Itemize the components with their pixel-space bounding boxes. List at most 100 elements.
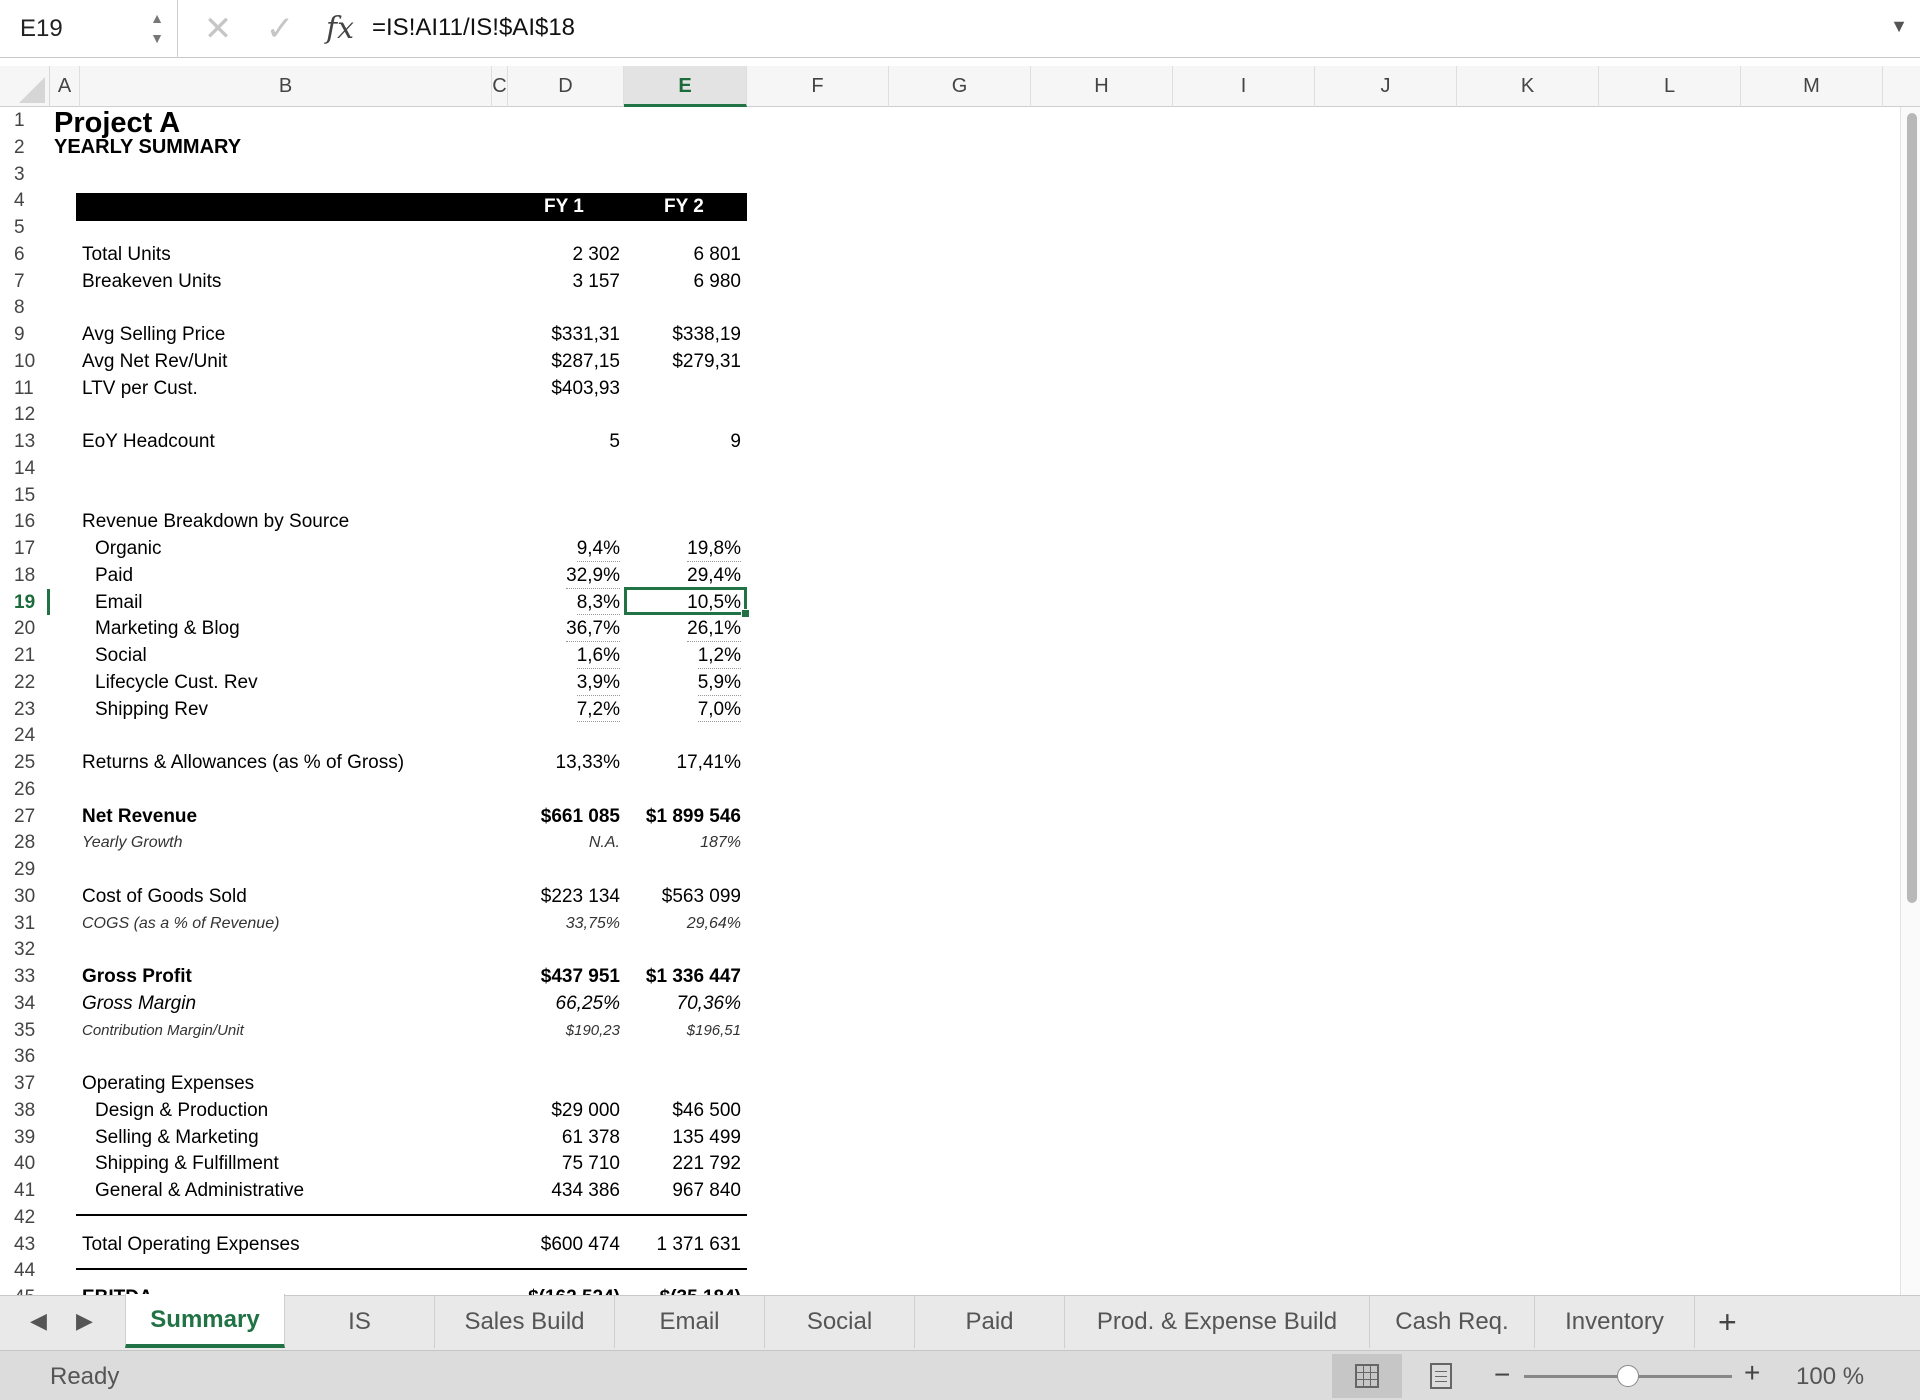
row-header[interactable]: 15 (0, 482, 50, 509)
zoom-in-button[interactable]: + (1744, 1357, 1760, 1389)
row-header[interactable]: 7 (0, 268, 50, 295)
row-header[interactable]: 37 (0, 1070, 50, 1097)
row-label[interactable]: Cost of Goods Sold (82, 883, 247, 910)
row-header[interactable]: 17 (0, 535, 50, 562)
fy1-value[interactable]: N.A. (589, 829, 620, 856)
zoom-slider-thumb[interactable] (1617, 1365, 1639, 1387)
row-header[interactable]: 28 (0, 829, 50, 856)
fy1-value[interactable]: 8,3% (576, 589, 620, 616)
row-label[interactable]: Gross Margin (82, 990, 196, 1017)
fy1-value[interactable]: 13,33% (556, 749, 620, 776)
cancel-icon[interactable]: ✕ (200, 9, 236, 49)
column-header-b[interactable]: B (80, 66, 492, 107)
row-header[interactable]: 36 (0, 1043, 50, 1070)
vertical-scrollbar[interactable] (1900, 107, 1920, 1295)
row-header[interactable]: 12 (0, 401, 50, 428)
zoom-level[interactable]: 100 % (1796, 1363, 1864, 1391)
row-label[interactable]: Shipping Rev (95, 696, 208, 723)
column-header-i[interactable]: I (1173, 66, 1315, 107)
row-header[interactable]: 9 (0, 321, 50, 348)
row-header[interactable]: 29 (0, 856, 50, 883)
row-label[interactable]: Returns & Allowances (as % of Gross) (82, 749, 404, 776)
fy1-value[interactable]: 61 378 (562, 1124, 620, 1151)
row-header[interactable]: 1 (0, 107, 50, 134)
row-header[interactable]: 21 (0, 642, 50, 669)
fy1-value[interactable]: 9,4% (576, 535, 620, 562)
fy2-value[interactable]: $196,51 (687, 1017, 741, 1044)
fy2-value[interactable]: 5,9% (697, 669, 741, 696)
fy1-value[interactable]: 5 (609, 428, 620, 455)
row-label[interactable]: Yearly Growth (82, 829, 182, 856)
sheet-title[interactable]: Project A (54, 107, 180, 139)
row-label[interactable]: Paid (95, 562, 133, 589)
vertical-scrollbar-thumb[interactable] (1907, 113, 1917, 903)
row-header[interactable]: 35 (0, 1017, 50, 1044)
normal-view-button[interactable] (1332, 1354, 1402, 1398)
fy2-value[interactable]: 29,64% (687, 910, 741, 937)
row-label[interactable]: Revenue Breakdown by Source (82, 508, 349, 535)
worksheet-grid[interactable]: 45EBITDA$(162 524)$(35 184)4443Total Ope… (0, 107, 1900, 1295)
fy1-value[interactable]: $600 474 (541, 1231, 620, 1258)
row-label[interactable]: Lifecycle Cust. Rev (95, 669, 258, 696)
row-header[interactable]: 14 (0, 455, 50, 482)
row-label[interactable]: Total Operating Expenses (82, 1231, 300, 1258)
fy1-value[interactable]: 434 386 (551, 1177, 620, 1204)
name-box[interactable]: E19 ▲ ▼ (0, 0, 178, 58)
row-label[interactable]: Shipping & Fulfillment (95, 1150, 279, 1177)
column-header-k[interactable]: K (1457, 66, 1599, 107)
fy1-value[interactable]: $(162 524) (528, 1284, 620, 1295)
row-label[interactable]: Gross Profit (82, 963, 192, 990)
stepper-icon[interactable]: ▲ ▼ (149, 8, 165, 48)
row-header[interactable]: 39 (0, 1124, 50, 1151)
fy2-value[interactable]: 6 801 (693, 241, 741, 268)
tab-summary[interactable]: Summary (125, 1294, 285, 1348)
fy2-value[interactable]: 1,2% (697, 642, 741, 669)
column-header-a[interactable]: A (50, 66, 80, 107)
row-header[interactable]: 10 (0, 348, 50, 375)
fy1-value[interactable]: 66,25% (556, 990, 620, 1017)
column-header-j[interactable]: J (1315, 66, 1457, 107)
row-header[interactable]: 42 (0, 1204, 50, 1231)
tab-is[interactable]: IS (285, 1296, 435, 1348)
formula-input[interactable]: =IS!AI11/IS!$AI$18 (372, 14, 575, 42)
tab-sales-build[interactable]: Sales Build (435, 1296, 615, 1348)
row-label[interactable]: Social (95, 642, 147, 669)
row-label[interactable]: Design & Production (95, 1097, 268, 1124)
tab-prod-expense-build[interactable]: Prod. & Expense Build (1065, 1296, 1370, 1348)
fy1-value[interactable]: $287,15 (551, 348, 620, 375)
fy1-value[interactable]: $190,23 (566, 1017, 620, 1044)
add-sheet-button[interactable]: + (1718, 1296, 1737, 1348)
row-header[interactable]: 34 (0, 990, 50, 1017)
row-header[interactable]: 19 (0, 588, 50, 616)
fy1-value[interactable]: 75 710 (562, 1150, 620, 1177)
selected-cell-outline[interactable] (624, 587, 747, 615)
fy2-value[interactable]: $(35 184) (660, 1284, 741, 1295)
row-label[interactable]: Avg Selling Price (82, 321, 225, 348)
name-box-value[interactable]: E19 (20, 15, 63, 43)
fy1-value[interactable]: $223 134 (541, 883, 620, 910)
row-header[interactable]: 40 (0, 1150, 50, 1177)
select-all-button[interactable] (0, 66, 50, 107)
row-header[interactable]: 2 (0, 134, 50, 161)
insert-function-icon[interactable]: fx (322, 9, 358, 49)
tab-cash-req[interactable]: Cash Req. (1370, 1296, 1535, 1348)
row-header[interactable]: 41 (0, 1177, 50, 1204)
fy2-value[interactable]: 6 980 (693, 268, 741, 295)
fy2-value[interactable]: 9 (730, 428, 741, 455)
fy2-value[interactable]: 1 371 631 (656, 1231, 741, 1258)
row-label[interactable]: Total Units (82, 241, 171, 268)
fy2-value[interactable]: $46 500 (672, 1097, 741, 1124)
row-label[interactable]: Email (95, 589, 143, 616)
prev-sheet-icon[interactable]: ◀ (30, 1308, 47, 1334)
fy2-value[interactable]: $563 099 (662, 883, 741, 910)
column-header-e[interactable]: E (624, 66, 747, 107)
row-header[interactable]: 44 (0, 1257, 50, 1284)
fy1-value[interactable]: $661 085 (541, 803, 620, 830)
column-header-h[interactable]: H (1031, 66, 1173, 107)
fy2-value[interactable]: $338,19 (672, 321, 741, 348)
column-header-d[interactable]: D (508, 66, 624, 107)
row-header[interactable]: 38 (0, 1097, 50, 1124)
fy2-value[interactable]: 19,8% (687, 535, 741, 562)
fy1-value[interactable]: 36,7% (566, 615, 620, 642)
row-label[interactable]: Selling & Marketing (95, 1124, 259, 1151)
